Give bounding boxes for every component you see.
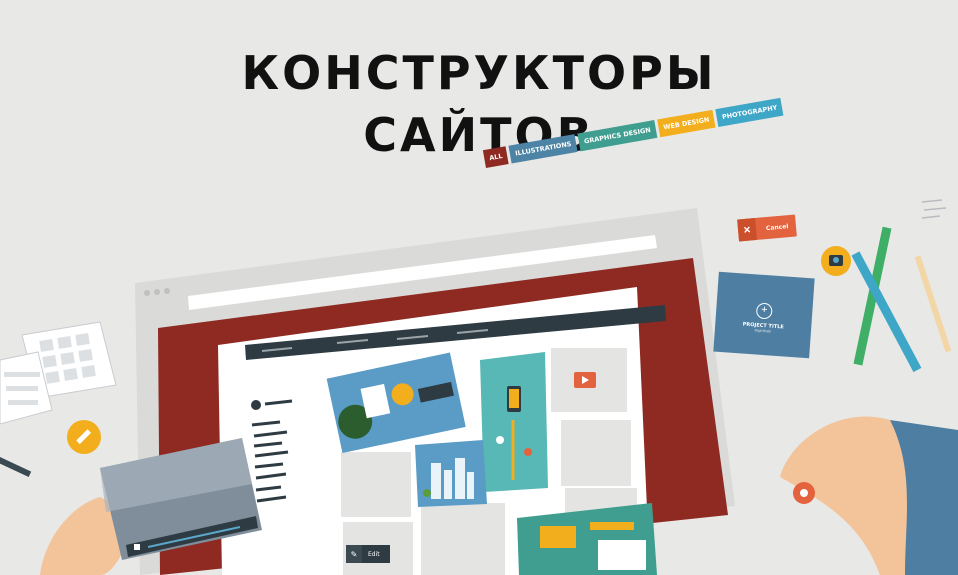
camera-badge-icon xyxy=(821,246,851,276)
illustration xyxy=(0,199,958,575)
pencil-icon: ✎ xyxy=(346,545,362,563)
pencil-green-icon xyxy=(853,226,892,366)
edit-button[interactable]: ✎ Edit xyxy=(346,545,390,563)
edit-label: Edit xyxy=(368,550,380,558)
decor-lines xyxy=(921,199,947,219)
project-card[interactable]: + PROJECT TITLE Digit Mode xyxy=(713,271,815,359)
card-city xyxy=(415,440,487,507)
card-phone xyxy=(480,352,548,492)
cancel-label: Cancel xyxy=(765,222,789,232)
close-icon: × xyxy=(737,218,758,242)
pencil-left-icon xyxy=(0,455,32,478)
brush-icon xyxy=(914,255,952,353)
edit-badge-icon xyxy=(67,420,101,454)
plus-icon: + xyxy=(755,302,773,320)
location-pin-icon xyxy=(793,482,815,504)
